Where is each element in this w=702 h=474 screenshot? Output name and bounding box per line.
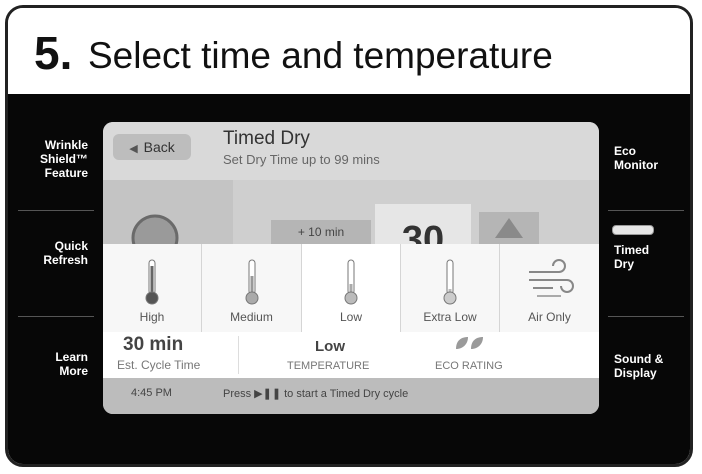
menu-eco-monitor[interactable]: Eco Monitor: [614, 144, 684, 172]
add-10-min-button[interactable]: + 10 min: [271, 220, 371, 244]
temperature-label: TEMPERATURE: [287, 360, 370, 372]
menu-learn-more[interactable]: Learn More: [26, 350, 88, 378]
info-divider: [238, 336, 239, 374]
cycle-info-bar: 30 min Est. Cycle Time Low TEMPERATURE E…: [103, 332, 599, 378]
step-title: Select time and temperature: [88, 35, 553, 76]
start-hint: Press ▶❚❚ to start a Timed Dry cycle: [223, 388, 409, 400]
menu-label-line: Refresh: [43, 253, 88, 267]
dial-area: [103, 180, 233, 262]
thermometer-high-icon: [145, 259, 159, 305]
cycle-time-value: 30 min: [123, 334, 184, 355]
air-wind-icon: [528, 259, 574, 297]
menu-label-line: Display: [614, 366, 657, 380]
menu-label-line: Learn: [55, 350, 88, 364]
step-number: 5.: [34, 27, 73, 79]
cycle-time-label: Est. Cycle Time: [117, 358, 201, 372]
status-bar: 4:45 PM Press ▶❚❚ to start a Timed Dry c…: [103, 378, 599, 414]
eco-rating-label: ECO RATING: [435, 360, 503, 372]
temperature-value: Low: [315, 338, 345, 355]
menu-label-line: Timed: [614, 243, 650, 257]
temp-option-label: High: [139, 310, 165, 324]
menu-label-line: Sound &: [614, 352, 664, 366]
menu-divider: [18, 210, 94, 211]
back-label: Back: [143, 139, 175, 155]
menu-label-line: Eco: [614, 144, 637, 158]
header: 5. Select time and temperature: [8, 8, 690, 94]
control-panel: Wrinkle Shield™ Feature Quick Refresh Le…: [8, 94, 690, 464]
temp-option-label: Extra Low: [423, 310, 477, 324]
temp-option-extra-low[interactable]: Extra Low: [401, 244, 500, 332]
menu-label-line: Feature: [44, 166, 88, 180]
thermometer-medium-icon: [245, 259, 258, 305]
menu-label-line: Wrinkle: [44, 138, 88, 152]
menu-label-line: Shield™: [39, 152, 88, 166]
menu-divider: [18, 316, 94, 317]
menu-divider: [608, 316, 684, 317]
time-arrow-button[interactable]: [479, 212, 539, 244]
temp-option-medium[interactable]: Medium: [202, 244, 302, 332]
menu-label-line: Dry: [614, 257, 635, 271]
temp-option-air-only[interactable]: Air Only: [500, 244, 599, 332]
display-screen: ◀ Back Timed Dry Set Dry Time up to 99 mi…: [103, 122, 599, 414]
menu-label-line: More: [59, 364, 88, 378]
thermometer-extra-low-icon: [443, 259, 457, 305]
menu-wrinkle-shield[interactable]: Wrinkle Shield™ Feature: [26, 138, 88, 180]
temperature-selector: High Medium Low Extra Low Air Only: [103, 244, 599, 332]
menu-quick-refresh[interactable]: Quick Refresh: [26, 239, 88, 267]
dial-icon: [131, 214, 179, 262]
menu-divider: [608, 210, 684, 211]
menu-label-line: Monitor: [614, 158, 658, 172]
temp-option-low[interactable]: Low: [302, 244, 401, 332]
instruction-frame: 5. Select time and temperature Wrinkle S…: [5, 5, 693, 467]
leaf-icon: [456, 337, 483, 349]
back-button[interactable]: ◀ Back: [113, 134, 191, 160]
cycle-subtitle: Set Dry Time up to 99 mins: [223, 152, 380, 167]
temp-option-label: Low: [339, 310, 362, 324]
cycle-title: Timed Dry: [223, 128, 310, 149]
temp-option-high[interactable]: High: [103, 244, 202, 332]
diamond-arrow-icon: [495, 218, 523, 238]
temp-option-label: Air Only: [528, 310, 571, 324]
selected-indicator: [612, 225, 654, 235]
screen-top-bar: ◀ Back Timed Dry Set Dry Time up to 99 mi…: [103, 122, 599, 180]
menu-sound-display[interactable]: Sound & Display: [614, 352, 684, 380]
temp-option-label: Medium: [230, 310, 273, 324]
clock-time: 4:45 PM: [131, 387, 172, 399]
time-display: 30: [375, 204, 471, 244]
thermometer-low-icon: [344, 259, 358, 305]
back-arrow-icon: ◀: [129, 143, 138, 155]
menu-label-line: Quick: [54, 239, 88, 253]
menu-timed-dry[interactable]: Timed Dry: [614, 243, 684, 271]
